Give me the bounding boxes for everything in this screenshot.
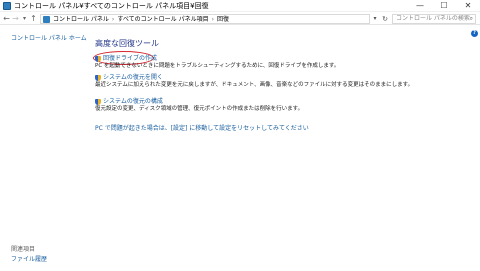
breadcrumb-separator[interactable]: › bbox=[212, 16, 214, 23]
related-section-title: 関連項目 bbox=[11, 246, 36, 253]
shield-icon bbox=[95, 75, 101, 81]
address-bar: ← → ▾ ↑ コントロール パネル › すべてのコントロール パネル項目 › 回復 ▾… bbox=[0, 13, 480, 25]
page-title: 高度な回復ツール bbox=[95, 39, 159, 48]
file-history-link[interactable]: ファイル履歴 bbox=[11, 254, 47, 263]
breadcrumb-separator[interactable]: › bbox=[112, 16, 114, 23]
up-arrow-icon[interactable]: ↑ bbox=[29, 13, 38, 25]
shield-icon bbox=[95, 99, 101, 105]
maximize-button[interactable]: ☐ bbox=[432, 0, 456, 12]
address-field[interactable]: コントロール パネル › すべてのコントロール パネル項目 › 回復 bbox=[40, 14, 370, 24]
window-title: コントロール パネル¥すべてのコントロール パネル項目¥回復 bbox=[14, 2, 209, 10]
control-panel-home-link[interactable]: コントロール パネル ホーム bbox=[11, 33, 87, 42]
search-placeholder: コントロール パネルの検索 bbox=[396, 15, 470, 22]
refresh-icon[interactable]: ↻ bbox=[380, 14, 390, 24]
recovery-tool-item: システムの復元の構成 復元設定の変更、ディスク領域の管理、復元ポイントの作成また… bbox=[95, 98, 303, 113]
tool-description: PC を起動できないときに問題をトラブルシューティングするために、回復ドライブを… bbox=[95, 63, 340, 69]
title-bar: コントロール パネル¥すべてのコントロール パネル項目¥回復 — ☐ ✕ bbox=[0, 0, 480, 12]
breadcrumb-item[interactable]: 回復 bbox=[217, 16, 229, 23]
breadcrumb: コントロール パネル › すべてのコントロール パネル項目 › 回復 bbox=[53, 15, 229, 24]
search-icon: ⌕ bbox=[469, 15, 473, 22]
recovery-tool-item: 回復ドライブの作成 PC を起動できないときに問題をトラブルシューティングするた… bbox=[95, 55, 339, 70]
tool-description: 復元設定の変更、ディスク領域の管理、復元ポイントの作成または削除を行います。 bbox=[95, 106, 304, 112]
minimize-button[interactable]: — bbox=[408, 0, 432, 12]
back-arrow-icon[interactable]: ← bbox=[2, 13, 11, 25]
tool-description: 最近システムに加えられた変更を元に戻しますが、ドキュメント、画像、音楽などのファ… bbox=[95, 82, 414, 88]
reset-pc-link[interactable]: PC で問題が起きた場合は、[設定] に移動して設定をリセットしてみてください bbox=[95, 123, 309, 132]
control-panel-icon bbox=[3, 2, 11, 10]
address-dropdown-icon[interactable]: ▾ bbox=[371, 14, 379, 24]
help-icon[interactable]: ? bbox=[471, 30, 478, 37]
search-input[interactable]: コントロール パネルの検索 ⌕ bbox=[392, 14, 476, 24]
breadcrumb-item[interactable]: すべてのコントロール パネル項目 bbox=[117, 16, 208, 23]
configure-system-restore-link[interactable]: システムの復元の構成 bbox=[103, 98, 163, 106]
breadcrumb-item[interactable]: コントロール パネル bbox=[53, 16, 109, 23]
close-button[interactable]: ✕ bbox=[456, 0, 480, 12]
shield-icon bbox=[95, 56, 101, 62]
recovery-tool-item: システムの復元を開く 最近システムに加えられた変更を元に戻しますが、ドキュメント… bbox=[95, 74, 413, 89]
create-recovery-drive-link[interactable]: 回復ドライブの作成 bbox=[103, 55, 157, 63]
control-panel-icon bbox=[43, 16, 50, 23]
open-system-restore-link[interactable]: システムの復元を開く bbox=[103, 74, 163, 82]
recent-locations-chevron-icon[interactable]: ▾ bbox=[20, 13, 29, 25]
forward-arrow-icon[interactable]: → bbox=[11, 13, 20, 25]
